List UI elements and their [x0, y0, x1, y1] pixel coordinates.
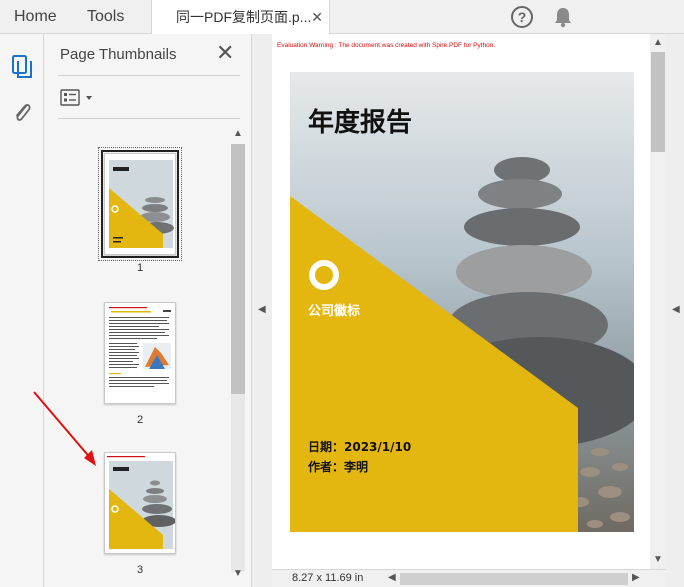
chevron-left-icon[interactable]: ◀	[388, 572, 396, 583]
thumbnail-page-number: 3	[136, 564, 144, 576]
paperclip-icon[interactable]	[10, 100, 34, 126]
status-bar: 8.27 x 11.69 in ◀ ▶	[272, 569, 666, 587]
horizontal-scrollbar[interactable]	[400, 573, 628, 585]
tab-document-label: 同一PDF复制页面.p...	[176, 9, 312, 25]
tab-document[interactable]: 同一PDF复制页面.p... ✕	[151, 0, 330, 35]
document-scrollbar[interactable]: ▲ ▼	[650, 34, 666, 569]
tab-tools[interactable]: Tools	[87, 0, 124, 34]
chevron-down-icon[interactable]: ▼	[233, 568, 243, 579]
thumbnail-image	[104, 153, 176, 255]
cover-title: 年度报告	[308, 108, 413, 138]
cover-date: 日期：2023/1/10	[308, 440, 412, 454]
tab-close-button[interactable]: ✕	[311, 0, 323, 34]
chevron-right-icon[interactable]: ▶	[632, 572, 640, 583]
cover-image: 年度报告 公司徽标 日期：2023/1/10 作者：李明	[290, 72, 634, 532]
panel-title: Page Thumbnails	[60, 46, 177, 63]
right-panel-strip[interactable]: ◀	[666, 34, 684, 587]
thumbnail-page-number: 2	[136, 414, 144, 426]
bell-icon[interactable]	[553, 6, 573, 28]
thumbnail-options-icon[interactable]	[60, 88, 100, 108]
cover-author: 作者：李明	[308, 460, 369, 474]
thumbnails-panel: Page Thumbnails ✕ 1 2 3 ▲ ▼	[44, 34, 252, 587]
thumbnail-image	[104, 302, 176, 404]
thumbnail-image	[104, 452, 176, 554]
document-view[interactable]: Evaluation Warning : The document was cr…	[272, 34, 650, 569]
thumbnail-page-number: 1	[136, 262, 144, 274]
pdf-page: Evaluation Warning : The document was cr…	[272, 34, 650, 569]
help-circle-icon[interactable]: ?	[511, 6, 533, 28]
scrollbar-thumb[interactable]	[651, 52, 665, 152]
divider	[58, 75, 240, 76]
tab-home[interactable]: Home	[14, 0, 57, 34]
tab-bar: Home Tools 同一PDF复制页面.p... ✕ ?	[0, 0, 684, 35]
scrollbar-thumb[interactable]	[231, 144, 245, 394]
panel-close-button[interactable]: ✕	[216, 42, 234, 64]
chevron-up-icon[interactable]: ▲	[233, 128, 243, 139]
annotation-arrow	[33, 391, 96, 466]
logo-ring-icon	[309, 260, 339, 290]
chevron-up-icon[interactable]: ▲	[653, 37, 663, 48]
divider	[58, 118, 240, 119]
chevron-down-icon[interactable]: ▼	[653, 554, 663, 565]
left-tool-rail	[0, 34, 44, 587]
thumbnails-scrollbar[interactable]: ▲ ▼	[231, 128, 245, 587]
evaluation-warning: Evaluation Warning : The document was cr…	[277, 42, 496, 49]
panel-collapse-strip[interactable]: ◀	[252, 34, 272, 587]
page-size-label: 8.27 x 11.69 in	[292, 572, 364, 584]
logo-text: 公司徽标	[308, 304, 361, 319]
chevron-left-icon[interactable]: ◀	[258, 304, 266, 315]
page-thumbnails-icon[interactable]	[10, 54, 34, 80]
chevron-left-icon[interactable]: ◀	[672, 304, 680, 315]
